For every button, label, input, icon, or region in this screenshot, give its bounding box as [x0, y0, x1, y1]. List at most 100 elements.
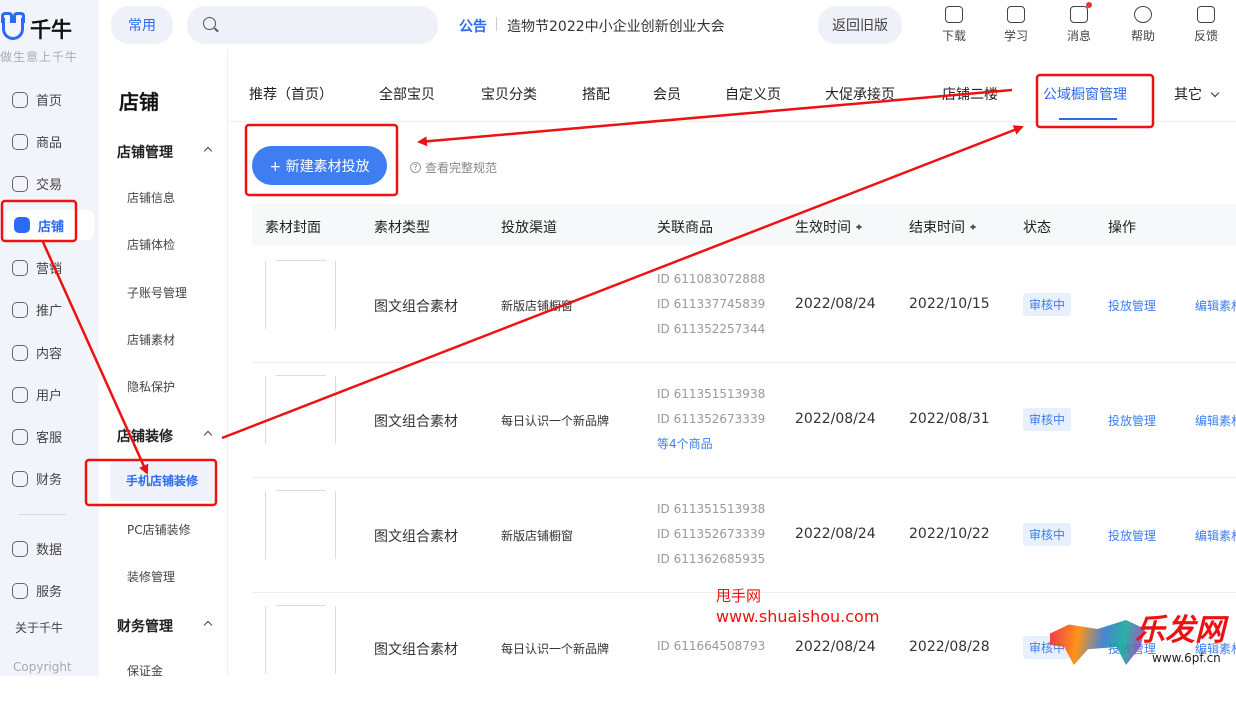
learn-icon: [1007, 6, 1025, 23]
group-finance-management[interactable]: 财务管理: [117, 616, 217, 636]
view-spec-link[interactable]: ?查看完整规范: [410, 159, 497, 176]
download-button[interactable]: 下载: [934, 6, 974, 44]
bull-logo-icon: [1050, 620, 1145, 665]
edit-material-link[interactable]: 编辑素材: [1195, 412, 1236, 429]
cow-logo-icon: [2, 18, 24, 40]
material-channel: 新版店铺橱窗: [501, 297, 573, 314]
tab-custom-page[interactable]: 自定义页: [725, 84, 781, 104]
tab-store-second-floor[interactable]: 店铺二楼: [942, 84, 998, 104]
common-button[interactable]: 常用: [111, 6, 173, 44]
tab-all-items[interactable]: 全部宝贝: [379, 84, 435, 104]
sidebar-item-decoration-management[interactable]: 装修管理: [127, 568, 175, 585]
nav-item-promote[interactable]: 推广: [12, 300, 62, 319]
about-link[interactable]: 关于千牛: [15, 619, 63, 636]
tab-item-category[interactable]: 宝贝分类: [481, 84, 537, 104]
more-products-link[interactable]: 等4个商品: [657, 432, 765, 457]
app-logo[interactable]: 千牛: [2, 14, 72, 44]
col-end-time[interactable]: 结束时间: [909, 217, 977, 237]
top-bar: 常用 公告 造物节2022中小企业创新创业大会 返回旧版 下载 学习 消息 帮助…: [99, 0, 1236, 50]
notice-text[interactable]: 造物节2022中小企业创新创业大会: [507, 16, 725, 36]
nav-item-services[interactable]: 服务: [12, 581, 62, 600]
nav-item-home[interactable]: 首页: [12, 90, 62, 109]
nav-item-content[interactable]: 内容: [12, 343, 62, 362]
store-sidebar: 店铺 店铺管理 店铺信息 店铺体检 子账号管理 店铺素材 隐私保护 店铺装修 手…: [99, 50, 228, 676]
nav-item-marketing[interactable]: 营销: [12, 258, 62, 277]
store-icon: [14, 217, 30, 233]
status-badge: 审核中: [1023, 523, 1071, 546]
brand-watermark-url: www.6pf.cn: [1152, 651, 1221, 665]
col-actions: 操作: [1108, 217, 1136, 237]
nav-item-user[interactable]: 用户: [12, 385, 62, 404]
nav-item-trade[interactable]: 交易: [12, 174, 62, 193]
product-ids: ID 611351513938 ID 611352673339 ID 61136…: [657, 497, 765, 572]
end-date: 2022/10/15: [909, 296, 990, 312]
active-tab-indicator: [1059, 118, 1117, 120]
help-button[interactable]: 帮助: [1123, 6, 1163, 44]
group-store-management[interactable]: 店铺管理: [117, 142, 217, 162]
delivery-management-link[interactable]: 投放管理: [1108, 297, 1156, 314]
old-version-button[interactable]: 返回旧版: [818, 6, 902, 44]
start-date: 2022/08/24: [795, 639, 876, 655]
notice-label: 公告: [459, 16, 487, 36]
learn-button[interactable]: 学习: [996, 6, 1036, 44]
sidebar-item-deposit[interactable]: 保证金: [127, 662, 163, 679]
sidebar-title: 店铺: [119, 86, 159, 115]
new-material-button[interactable]: + 新建素材投放: [252, 146, 387, 185]
start-date: 2022/08/24: [795, 526, 876, 542]
material-type: 图文组合素材: [374, 296, 458, 316]
nav-item-service-desk[interactable]: 客服: [12, 427, 62, 446]
nav-item-store[interactable]: 店铺: [6, 210, 94, 240]
brand-watermark-name: 乐发网: [1135, 605, 1225, 649]
tab-member[interactable]: 会员: [653, 84, 681, 104]
nav-item-finance[interactable]: 财务: [12, 469, 62, 488]
message-button[interactable]: 消息: [1059, 6, 1099, 44]
table-row: 图文组合素材 新版店铺橱窗 ID 611083072888 ID 6113377…: [252, 248, 1236, 363]
sidebar-item-pc-decoration[interactable]: PC店铺装修: [127, 521, 191, 538]
chevron-down-icon: [1211, 89, 1219, 97]
material-cover-image[interactable]: [265, 261, 336, 329]
start-date: 2022/08/24: [795, 411, 876, 427]
main-nav: 千牛 做生意上千牛 首页 商品 交易 店铺 营销 推广 内容 用户 客服 财务 …: [0, 0, 99, 676]
nav-item-data[interactable]: 数据: [12, 539, 62, 558]
edit-material-link[interactable]: 编辑素材: [1195, 297, 1236, 314]
tab-public-showcase[interactable]: 公域橱窗管理: [1043, 84, 1127, 104]
material-cover-image[interactable]: [265, 376, 336, 444]
tab-bundle[interactable]: 搭配: [582, 84, 610, 104]
home-icon: [12, 92, 28, 108]
app-slogan: 做生意上千牛: [0, 48, 78, 65]
material-cover-image[interactable]: [265, 491, 336, 559]
product-ids: ID 611351513938 ID 611352673339 等4个商品: [657, 382, 765, 457]
material-type: 图文组合素材: [374, 411, 458, 431]
nav-item-goods[interactable]: 商品: [12, 132, 62, 151]
sort-icon: [856, 221, 863, 233]
edit-material-link[interactable]: 编辑素材: [1195, 527, 1236, 544]
sidebar-item-store-material[interactable]: 店铺素材: [127, 331, 175, 348]
tab-promo-page[interactable]: 大促承接页: [825, 84, 895, 104]
product-ids: ID 611083072888 ID 611337745839 ID 61135…: [657, 267, 765, 342]
table-row: 图文组合素材 新版店铺橱窗 ID 611351513938 ID 6113526…: [252, 478, 1236, 593]
end-date: 2022/10/22: [909, 526, 990, 542]
sidebar-item-mobile-decoration[interactable]: 手机店铺装修: [110, 461, 214, 501]
promote-icon: [12, 302, 28, 318]
sidebar-item-subaccount[interactable]: 子账号管理: [127, 284, 187, 301]
search-icon: [203, 17, 216, 30]
feedback-icon: [1197, 6, 1215, 23]
delivery-management-link[interactable]: 投放管理: [1108, 412, 1156, 429]
tab-others[interactable]: 其它: [1174, 84, 1218, 104]
watermark-text: 甩手网: [716, 585, 761, 606]
material-cover-image[interactable]: [265, 606, 336, 674]
col-start-time[interactable]: 生效时间: [795, 217, 863, 237]
sidebar-item-store-info[interactable]: 店铺信息: [127, 189, 175, 206]
tab-recommend-home[interactable]: 推荐（首页）: [249, 84, 333, 104]
content-icon: [12, 345, 28, 361]
material-channel: 新版店铺橱窗: [501, 527, 573, 544]
delivery-management-link[interactable]: 投放管理: [1108, 527, 1156, 544]
sidebar-item-store-check[interactable]: 店铺体检: [127, 236, 175, 253]
search-input[interactable]: [187, 6, 438, 44]
material-type: 图文组合素材: [374, 526, 458, 546]
feedback-button[interactable]: 反馈: [1186, 6, 1226, 44]
col-products: 关联商品: [657, 217, 713, 237]
sidebar-item-privacy[interactable]: 隐私保护: [127, 378, 175, 395]
headset-icon: [12, 429, 28, 445]
group-store-decoration[interactable]: 店铺装修: [117, 426, 217, 446]
